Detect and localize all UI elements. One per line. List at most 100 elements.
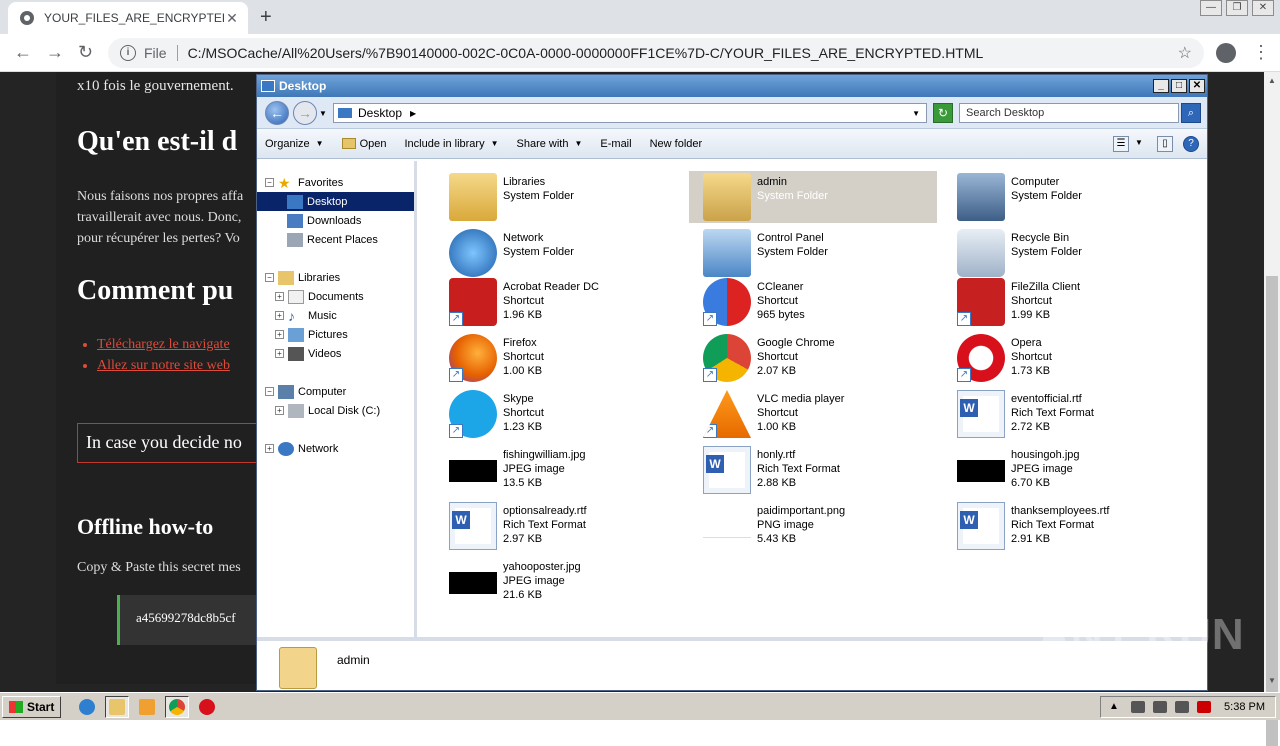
expand-icon[interactable]: + bbox=[275, 311, 284, 320]
tree-music[interactable]: + ♪ Music bbox=[257, 306, 414, 325]
website-link[interactable]: Allez sur notre site web bbox=[97, 355, 230, 376]
open-button[interactable]: Open bbox=[341, 138, 386, 150]
file-item[interactable]: Woptionsalready.rtf Rich Text Format 2.97 … bbox=[435, 500, 683, 552]
file-item[interactable]: ↗ Google Chrome Shortcut 2.07 KB bbox=[689, 332, 937, 384]
new-folder-button[interactable]: New folder bbox=[650, 138, 703, 150]
tree-pictures[interactable]: + Pictures bbox=[257, 325, 414, 344]
file-item[interactable]: ↗ CCleaner Shortcut 965 bytes bbox=[689, 276, 937, 328]
explorer-address-box[interactable]: Desktop ▶ ▼ bbox=[333, 103, 927, 123]
email-button[interactable]: E-mail bbox=[600, 138, 631, 150]
menu-dots-icon[interactable]: ⋮ bbox=[1252, 42, 1270, 63]
file-item[interactable]: yahooposter.jpg JPEG image 21.6 KB bbox=[435, 556, 683, 608]
history-dropdown-icon[interactable]: ▼ bbox=[319, 109, 327, 118]
tree-label: Videos bbox=[308, 347, 342, 360]
preview-pane-icon[interactable]: ▯ bbox=[1157, 136, 1173, 152]
secret-code-block[interactable]: a45699278dc8b5cf bbox=[117, 595, 277, 645]
taskbar-explorer[interactable] bbox=[105, 695, 130, 718]
computer-icon bbox=[957, 173, 1005, 221]
url-text[interactable]: C:/MSOCache/All%20Users/%7B90140000-002C… bbox=[188, 45, 1178, 61]
taskbar-opera[interactable] bbox=[195, 696, 219, 718]
expand-icon[interactable]: + bbox=[275, 330, 284, 339]
start-button[interactable]: Start bbox=[2, 695, 62, 718]
maximize-button[interactable]: □ bbox=[1171, 79, 1187, 93]
close-button[interactable]: ✕ bbox=[1189, 79, 1205, 93]
account-icon[interactable] bbox=[1216, 43, 1236, 63]
tree-libraries[interactable]: − Libraries bbox=[257, 268, 414, 287]
file-item[interactable]: housingoh.jpg JPEG image 6.70 KB bbox=[943, 444, 1191, 496]
network-tray-icon[interactable] bbox=[1153, 701, 1167, 713]
tree-desktop[interactable]: Desktop bbox=[257, 192, 414, 211]
file-item[interactable]: fishingwilliam.jpg JPEG image 13.5 KB bbox=[435, 444, 683, 496]
bookmark-star-icon[interactable]: ☆ bbox=[1178, 43, 1192, 63]
file-item[interactable]: Recycle Bin System Folder bbox=[943, 227, 1191, 279]
tree-downloads[interactable]: Downloads bbox=[257, 211, 414, 230]
collapse-icon[interactable]: − bbox=[265, 273, 274, 282]
minimize-button[interactable]: — bbox=[1200, 0, 1222, 16]
file-item[interactable]: ↗ Opera Shortcut 1.73 KB bbox=[943, 332, 1191, 384]
file-item[interactable]: ↗ Skype Shortcut 1.23 KB bbox=[435, 388, 683, 440]
back-arrow-icon[interactable]: ← bbox=[265, 101, 289, 125]
file-item[interactable]: admin System Folder bbox=[689, 171, 937, 223]
help-icon[interactable]: ? bbox=[1183, 136, 1199, 152]
tree-recent-places[interactable]: Recent Places bbox=[257, 230, 414, 249]
expand-icon[interactable]: + bbox=[275, 349, 284, 358]
refresh-icon[interactable]: ↻ bbox=[933, 103, 953, 123]
collapse-icon[interactable]: − bbox=[265, 178, 274, 187]
change-view-icon[interactable]: ☰ bbox=[1113, 136, 1129, 152]
close-window-button[interactable]: ✕ bbox=[1252, 0, 1274, 16]
forward-arrow-icon[interactable]: → bbox=[46, 42, 64, 63]
download-browser-link[interactable]: Téléchargez le navigate bbox=[97, 334, 230, 355]
file-item[interactable]: ↗ Acrobat Reader DC Shortcut 1.96 KB bbox=[435, 276, 683, 328]
chevron-right-icon[interactable]: ▶ bbox=[410, 109, 416, 118]
chevron-down-icon[interactable]: ▼ bbox=[1131, 136, 1147, 152]
taskbar-media-player[interactable] bbox=[135, 696, 159, 718]
collapse-icon[interactable]: − bbox=[265, 387, 274, 396]
tree-videos[interactable]: + Videos bbox=[257, 344, 414, 363]
chevron-down-icon[interactable]: ▼ bbox=[912, 109, 920, 118]
share-with-button[interactable]: Share with ▼ bbox=[517, 138, 583, 150]
tree-computer[interactable]: − Computer bbox=[257, 382, 414, 401]
power-icon[interactable] bbox=[1175, 701, 1189, 713]
file-item[interactable]: Weventofficial.rtf Rich Text Format 2.72 K… bbox=[943, 388, 1191, 440]
explorer-titlebar[interactable]: Desktop _ □ ✕ bbox=[257, 75, 1207, 97]
file-item[interactable]: Network System Folder bbox=[435, 227, 683, 279]
include-in-library-button[interactable]: Include in library ▼ bbox=[404, 138, 498, 150]
file-item[interactable]: ↗ FileZilla Client Shortcut 1.99 KB bbox=[943, 276, 1191, 328]
file-item[interactable]: Computer System Folder bbox=[943, 171, 1191, 223]
expand-icon[interactable]: + bbox=[265, 444, 274, 453]
tree-documents[interactable]: + Documents bbox=[257, 287, 414, 306]
taskbar-chrome[interactable] bbox=[165, 695, 190, 718]
new-tab-button[interactable]: + bbox=[260, 6, 272, 29]
file-item[interactable]: ↗ Firefox Shortcut 1.00 KB bbox=[435, 332, 683, 384]
reload-icon[interactable]: ↻ bbox=[78, 42, 93, 63]
scroll-down-icon[interactable]: ▼ bbox=[1268, 676, 1276, 685]
tree-favorites[interactable]: − ★ Favorites bbox=[257, 173, 414, 192]
expand-icon[interactable]: + bbox=[275, 406, 284, 415]
file-item[interactable]: Control Panel System Folder bbox=[689, 227, 937, 279]
tree-local-disk[interactable]: + Local Disk (C:) bbox=[257, 401, 414, 420]
info-icon[interactable]: i bbox=[120, 45, 136, 61]
taskbar-ie[interactable] bbox=[75, 696, 99, 718]
file-item[interactable]: ↗ VLC media player Shortcut 1.00 KB bbox=[689, 388, 937, 440]
tray-arrow-icon[interactable]: ▲ bbox=[1109, 701, 1123, 713]
tree-network[interactable]: + Network bbox=[257, 439, 414, 458]
security-icon[interactable] bbox=[1197, 701, 1211, 713]
search-input[interactable]: Search Desktop bbox=[959, 103, 1179, 123]
address-bar[interactable]: i File C:/MSOCache/All%20Users/%7B901400… bbox=[108, 38, 1204, 68]
file-item[interactable]: Wthanksemployees.rtf Rich Text Format 2.91… bbox=[943, 500, 1191, 552]
browser-tab[interactable]: YOUR_FILES_ARE_ENCRYPTED.HTM ✕ bbox=[8, 2, 248, 34]
forward-arrow-icon[interactable]: → bbox=[293, 101, 317, 125]
page-scrollbar[interactable]: ▲ ▼ bbox=[1264, 72, 1280, 746]
close-tab-icon[interactable]: ✕ bbox=[224, 10, 240, 27]
search-icon[interactable]: ⌕ bbox=[1181, 103, 1201, 123]
back-arrow-icon[interactable]: ← bbox=[14, 42, 32, 63]
scroll-up-icon[interactable]: ▲ bbox=[1268, 76, 1276, 85]
minimize-button[interactable]: _ bbox=[1153, 79, 1169, 93]
volume-icon[interactable] bbox=[1131, 701, 1145, 713]
organize-button[interactable]: Organize ▼ bbox=[265, 138, 324, 150]
file-item[interactable]: paidimportant.png PNG image 5.43 KB bbox=[689, 500, 937, 552]
restore-button[interactable]: ❐ bbox=[1226, 0, 1248, 16]
file-item[interactable]: Whonly.rtf Rich Text Format 2.88 KB bbox=[689, 444, 937, 496]
expand-icon[interactable]: + bbox=[275, 292, 284, 301]
file-item[interactable]: Libraries System Folder bbox=[435, 171, 683, 223]
